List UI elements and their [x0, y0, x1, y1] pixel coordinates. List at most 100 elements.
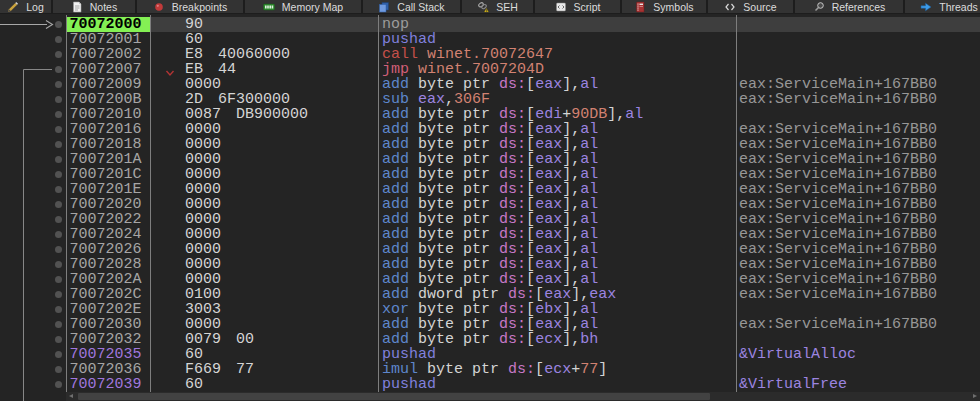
breakpoint-dot[interactable] [55, 171, 62, 178]
address-cell[interactable]: 7007201A [67, 152, 150, 167]
bytes-cell[interactable]: 2D 6F300000 [150, 92, 378, 107]
comment-cell[interactable]: eax:ServiceMain+167BB0 [736, 77, 980, 92]
address-cell[interactable]: 7007200B [67, 92, 150, 107]
instruction-cell[interactable]: add byte ptr ds:[eax],al [379, 122, 736, 137]
instruction-cell[interactable]: pushad [379, 377, 736, 392]
bytes-cell[interactable]: EB 44 [150, 62, 378, 77]
tab-notes[interactable]: Notes [53, 0, 137, 13]
bytes-cell[interactable]: 90 [150, 17, 378, 32]
bytes-cell[interactable]: 0000 [150, 212, 378, 227]
breakpoint-dot[interactable] [55, 156, 62, 163]
bytes-cell[interactable]: 60 [150, 347, 378, 362]
disassembly-row[interactable]: 700720300000add byte ptr ds:[eax],aleax:… [0, 317, 980, 332]
address-cell[interactable]: 70072007 [67, 62, 150, 77]
disassembly-row[interactable]: 700720280000add byte ptr ds:[eax],aleax:… [0, 257, 980, 272]
disassembly-row[interactable]: 700720200000add byte ptr ds:[eax],aleax:… [0, 197, 980, 212]
instruction-cell[interactable]: add byte ptr ds:[eax],al [379, 197, 736, 212]
address-cell[interactable]: 7007202E [67, 302, 150, 317]
bytes-cell[interactable]: 0000 [150, 137, 378, 152]
breakpoint-dot[interactable] [55, 216, 62, 223]
address-cell[interactable]: 70072009 [67, 77, 150, 92]
instruction-cell[interactable]: add byte ptr ds:[eax],al [379, 137, 736, 152]
instruction-cell[interactable]: add dword ptr ds:[eax],eax [379, 287, 736, 302]
bytes-cell[interactable]: 0000 [150, 152, 378, 167]
disassembly-row[interactable]: 7007201C0000add byte ptr ds:[eax],aleax:… [0, 167, 980, 182]
breakpoint-dot[interactable] [55, 111, 62, 118]
bytes-cell[interactable]: 60 [150, 377, 378, 392]
comment-cell[interactable]: eax:ServiceMain+167BB0 [736, 227, 980, 242]
instruction-cell[interactable]: add byte ptr ds:[eax],al [379, 182, 736, 197]
address-cell[interactable]: 70072018 [67, 137, 150, 152]
breakpoint-dot[interactable] [55, 321, 62, 328]
instruction-cell[interactable]: add byte ptr ds:[edi+90DB],al [379, 107, 736, 122]
address-cell[interactable]: 7007202C [67, 287, 150, 302]
instruction-cell[interactable]: xor byte ptr ds:[ebx],al [379, 302, 736, 317]
address-cell[interactable]: 70072020 [67, 197, 150, 212]
disassembly-row[interactable]: 7007201A0000add byte ptr ds:[eax],aleax:… [0, 152, 980, 167]
tab-references[interactable]: References [795, 0, 905, 13]
breakpoint-dot[interactable] [55, 381, 62, 388]
breakpoint-dot[interactable] [55, 36, 62, 43]
scrollbar-left-arrow-icon[interactable] [69, 394, 73, 398]
disassembly-row[interactable]: 700720180000add byte ptr ds:[eax],aleax:… [0, 137, 980, 152]
disassembly-row[interactable]: 700720220000add byte ptr ds:[eax],aleax:… [0, 212, 980, 227]
disassembly-row[interactable]: 7007203560pushad&VirtualAlloc [0, 347, 980, 362]
address-cell[interactable]: 70072000 [67, 17, 150, 32]
comment-cell[interactable]: eax:ServiceMain+167BB0 [736, 152, 980, 167]
breakpoint-dot[interactable] [55, 306, 62, 313]
tab-symbols[interactable]: Symbols [622, 0, 708, 13]
disassembly-row[interactable]: 7007200090nop [0, 17, 980, 32]
comment-cell[interactable]: eax:ServiceMain+167BB0 [736, 317, 980, 332]
disassembly-row[interactable]: 7007202C0100add dword ptr ds:[eax],eaxea… [0, 287, 980, 302]
address-cell[interactable]: 7007201C [67, 167, 150, 182]
disassembly-row[interactable]: 700720260000add byte ptr ds:[eax],aleax:… [0, 242, 980, 257]
comment-cell[interactable]: eax:ServiceMain+167BB0 [736, 182, 980, 197]
breakpoint-dot[interactable] [55, 201, 62, 208]
breakpoint-dot[interactable] [55, 366, 62, 373]
bytes-cell[interactable]: 0000 [150, 197, 378, 212]
comment-cell[interactable]: eax:ServiceMain+167BB0 [736, 272, 980, 287]
address-cell[interactable]: 7007202A [67, 272, 150, 287]
disassembly-row[interactable]: 70072007EB 44jmp winet.7007204D [0, 62, 980, 77]
breakpoint-dot[interactable] [55, 81, 62, 88]
disassembly-row[interactable]: 7007201E0000add byte ptr ds:[eax],aleax:… [0, 182, 980, 197]
disassembly-row[interactable]: 70072036F669 77imul byte ptr ds:[ecx+77] [0, 362, 980, 377]
disassembly-row[interactable]: 70072002E8 40060000call winet.70072647 [0, 47, 980, 62]
instruction-cell[interactable]: sub eax,306F [379, 92, 736, 107]
address-cell[interactable]: 70072002 [67, 47, 150, 62]
tab-seh[interactable]: SEH [462, 0, 535, 13]
instruction-cell[interactable]: add byte ptr ds:[eax],al [379, 167, 736, 182]
address-cell[interactable]: 70072026 [67, 242, 150, 257]
bytes-cell[interactable]: 0000 [150, 77, 378, 92]
address-cell[interactable]: 70072036 [67, 362, 150, 377]
horizontal-scrollbar[interactable] [66, 392, 980, 401]
scrollbar-right-arrow-icon[interactable] [973, 394, 977, 398]
instruction-cell[interactable]: add byte ptr ds:[eax],al [379, 272, 736, 287]
comment-cell[interactable]: eax:ServiceMain+167BB0 [736, 287, 980, 302]
instruction-cell[interactable]: add byte ptr ds:[eax],al [379, 77, 736, 92]
breakpoint-dot[interactable] [55, 261, 62, 268]
bytes-cell[interactable]: 0000 [150, 317, 378, 332]
disassembly-row[interactable]: 7007203960pushad&VirtualFree [0, 377, 980, 392]
breakpoint-dot[interactable] [55, 276, 62, 283]
instruction-cell[interactable]: pushad [379, 347, 736, 362]
disassembly-row[interactable]: 700720100087 DB900000add byte ptr ds:[ed… [0, 107, 980, 122]
tab-memory-map[interactable]: Memory Map [245, 0, 363, 13]
breakpoint-dot[interactable] [55, 21, 62, 28]
tab-script[interactable]: Script [535, 0, 622, 13]
tab-log[interactable]: Log [0, 0, 53, 13]
bytes-cell[interactable]: 0087 DB900000 [150, 107, 378, 122]
breakpoint-dot[interactable] [55, 231, 62, 238]
bytes-cell[interactable]: F669 77 [150, 362, 378, 377]
comment-cell[interactable]: eax:ServiceMain+167BB0 [736, 242, 980, 257]
instruction-cell[interactable]: add byte ptr ds:[eax],al [379, 212, 736, 227]
breakpoint-dot[interactable] [55, 51, 62, 58]
instruction-cell[interactable]: add byte ptr ds:[eax],al [379, 317, 736, 332]
disassembly-row[interactable]: 7007200160pushad [0, 32, 980, 47]
disassembly-row[interactable]: 700720090000add byte ptr ds:[eax],aleax:… [0, 77, 980, 92]
instruction-cell[interactable]: jmp winet.7007204D [379, 62, 736, 77]
comment-cell[interactable]: eax:ServiceMain+167BB0 [736, 137, 980, 152]
disassembly-row[interactable]: 700720240000add byte ptr ds:[eax],aleax:… [0, 227, 980, 242]
bytes-cell[interactable]: 0000 [150, 242, 378, 257]
address-cell[interactable]: 70072035 [67, 347, 150, 362]
